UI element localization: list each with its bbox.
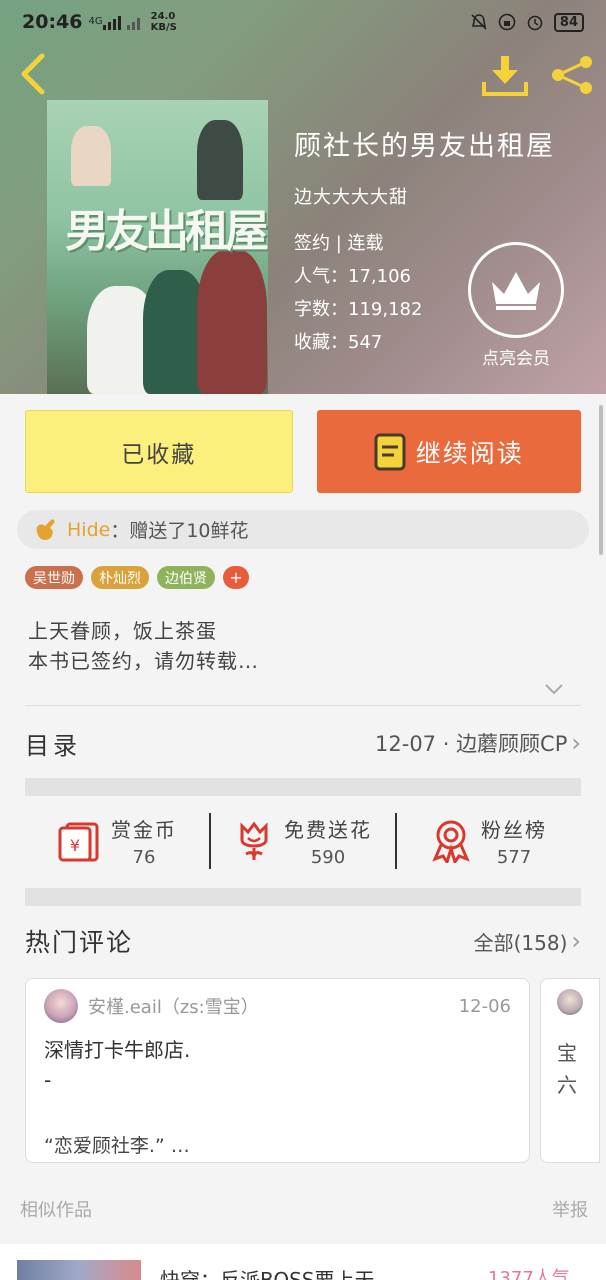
gift-notice[interactable]: Hide ：赠送了10鲜花 [17,510,589,549]
comment-quote: “恋爱顾社李.” … [44,1135,190,1157]
status-bar: 20:46 4G 24.0 KB/S 84 [0,0,606,44]
tag-item[interactable]: 朴灿烈 [91,566,149,589]
chevron-down-icon[interactable] [542,680,566,698]
chevron-right-icon: › [571,729,581,757]
add-tag-button[interactable]: + [223,566,249,589]
comment-card[interactable]: 安槿.eail（zs:雪宝） 12-06 深情打卡牛郎店. - “恋爱顾社李.”… [25,978,530,1163]
medal-icon [432,820,470,863]
back-icon[interactable] [14,50,54,98]
avatar[interactable] [44,989,78,1023]
section-divider [25,778,581,796]
book-cover[interactable]: 男友出租屋 [47,100,268,394]
latest-chapter: 12-07 · 边蘑顾顾CP [375,732,568,756]
comment-date: 12-06 [458,995,511,1017]
recommended-book-popularity: 1377人气 [488,1268,570,1280]
character-tags: 吴世勋 朴灿烈 边伯贤 + [25,566,249,589]
flower-icon [240,821,268,860]
hot-comments-label: 热门评论 [25,928,134,957]
reward-coins-button[interactable]: ¥ 赏金币 76 [25,814,209,868]
book-title: 顾社长的男友出租屋 [294,131,555,162]
comment-card[interactable]: 宝 六 [540,978,600,1163]
action-buttons: 已收藏 继续阅读 [25,410,581,494]
book-intro[interactable]: 上天眷顾，饭上茶蛋 本书已签约，请勿转载… [28,616,259,676]
continue-reading-label: 继续阅读 [415,438,524,468]
intro-line: 本书已签约，请勿转载… [28,649,259,673]
comment-author[interactable]: 安槿.eail（zs:雪宝） [88,993,259,1019]
tag-item[interactable]: 吴世勋 [25,566,83,589]
comment-snippet: 宝 [557,1041,577,1065]
comment-body: 深情打卡牛郎店. - [44,1038,191,1092]
stats-row: ¥ 赏金币 76 免费送花 590 粉丝榜 577 [25,796,581,886]
red-envelope-icon: ¥ [58,822,99,862]
stat-label: 免费送花 [284,818,372,842]
recommended-book-cover[interactable] [17,1260,141,1280]
vip-label: 点亮会员 [482,349,550,369]
stat-value: 577 [496,847,532,868]
lock-rotation-icon [498,13,516,31]
stat-value: 76 [132,847,156,868]
hot-comments-header[interactable]: 热门评论 全部(158) › [25,916,581,966]
network-type: 4G [88,16,103,27]
recommended-book-title: 快穿：反派BOSS要上天 [160,1268,375,1280]
collected-label: 已收藏 [121,441,197,468]
tag-item[interactable]: 边伯贤 [157,566,215,589]
cover-title: 男友出租屋 [65,206,268,257]
stat-label: 赏金币 [111,818,177,842]
vip-button[interactable]: 点亮会员 [466,242,566,369]
intro-line: 上天眷顾，饭上茶蛋 [28,619,217,643]
svg-text:¥: ¥ [70,836,80,855]
table-of-contents[interactable]: 目录 12-07 · 边蘑顾顾CP › [25,710,581,776]
alarm-icon [527,15,543,31]
mute-bell-icon [471,14,487,30]
fan-ranking-button[interactable]: 粉丝榜 577 [397,814,581,868]
similar-works-label: 相似作品 [20,1200,92,1221]
section-divider [25,888,581,906]
download-icon[interactable] [482,54,528,96]
collected-button[interactable]: 已收藏 [25,410,293,493]
free-flowers-button[interactable]: 免费送花 590 [211,814,395,868]
battery-indicator: 84 [553,12,584,32]
crown-icon [492,272,540,310]
recommended-book-item[interactable]: 快穿：反派BOSS要上天 1377人气 [0,1244,606,1280]
report-link[interactable]: 举报 [552,1196,588,1222]
scrollbar[interactable] [599,405,603,555]
network-speed: 24.0 KB/S [150,11,177,33]
share-icon[interactable] [548,54,596,96]
stat-value: 590 [310,847,346,868]
gift-text: ：赠送了10鲜花 [110,520,249,542]
similar-works-header: 相似作品 举报 [20,1196,588,1222]
toc-label: 目录 [25,731,81,760]
stat-label: 粉丝榜 [481,818,547,842]
status-time: 20:46 [22,11,83,33]
all-comments-link[interactable]: 全部(158) [474,927,568,956]
comment-snippet: 六 [557,1073,577,1097]
divider [25,705,581,706]
book-author[interactable]: 边大大大大甜 [294,183,555,209]
clap-hand-icon [36,518,55,540]
gift-user[interactable]: Hide [67,519,110,541]
chevron-right-icon: › [571,927,581,955]
book-icon [374,433,406,470]
continue-reading-button[interactable]: 继续阅读 [316,410,581,493]
signal-icon [102,16,140,30]
avatar[interactable] [557,989,583,1015]
